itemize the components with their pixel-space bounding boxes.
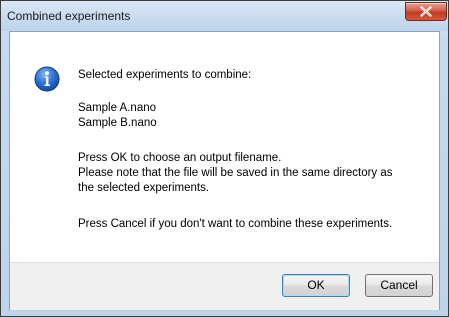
ok-instruction-line: Press OK to choose an output filename. [78, 152, 282, 164]
info-icon [34, 66, 60, 92]
ok-instruction-line: the selected experiments. [78, 182, 210, 194]
ok-instruction-line: Please note that the file will be saved … [78, 167, 393, 179]
dialog-window: Combined experiments Selected experiment… [0, 0, 449, 317]
ok-button[interactable]: OK [282, 274, 350, 297]
close-button[interactable] [405, 2, 447, 21]
dialog-title: Combined experiments [7, 9, 131, 23]
title-bar[interactable]: Combined experiments [1, 1, 448, 31]
file-item: Sample A.nano [78, 102, 157, 114]
message-heading: Selected experiments to combine: [78, 69, 252, 81]
cancel-button[interactable]: Cancel [365, 274, 433, 297]
cancel-instruction: Press Cancel if you don't want to combin… [78, 218, 393, 230]
button-bar: OK Cancel [10, 262, 439, 310]
dialog-content: Selected experiments to combine: Sample … [9, 31, 440, 310]
close-icon [420, 6, 432, 17]
file-item: Sample B.nano [78, 117, 157, 129]
